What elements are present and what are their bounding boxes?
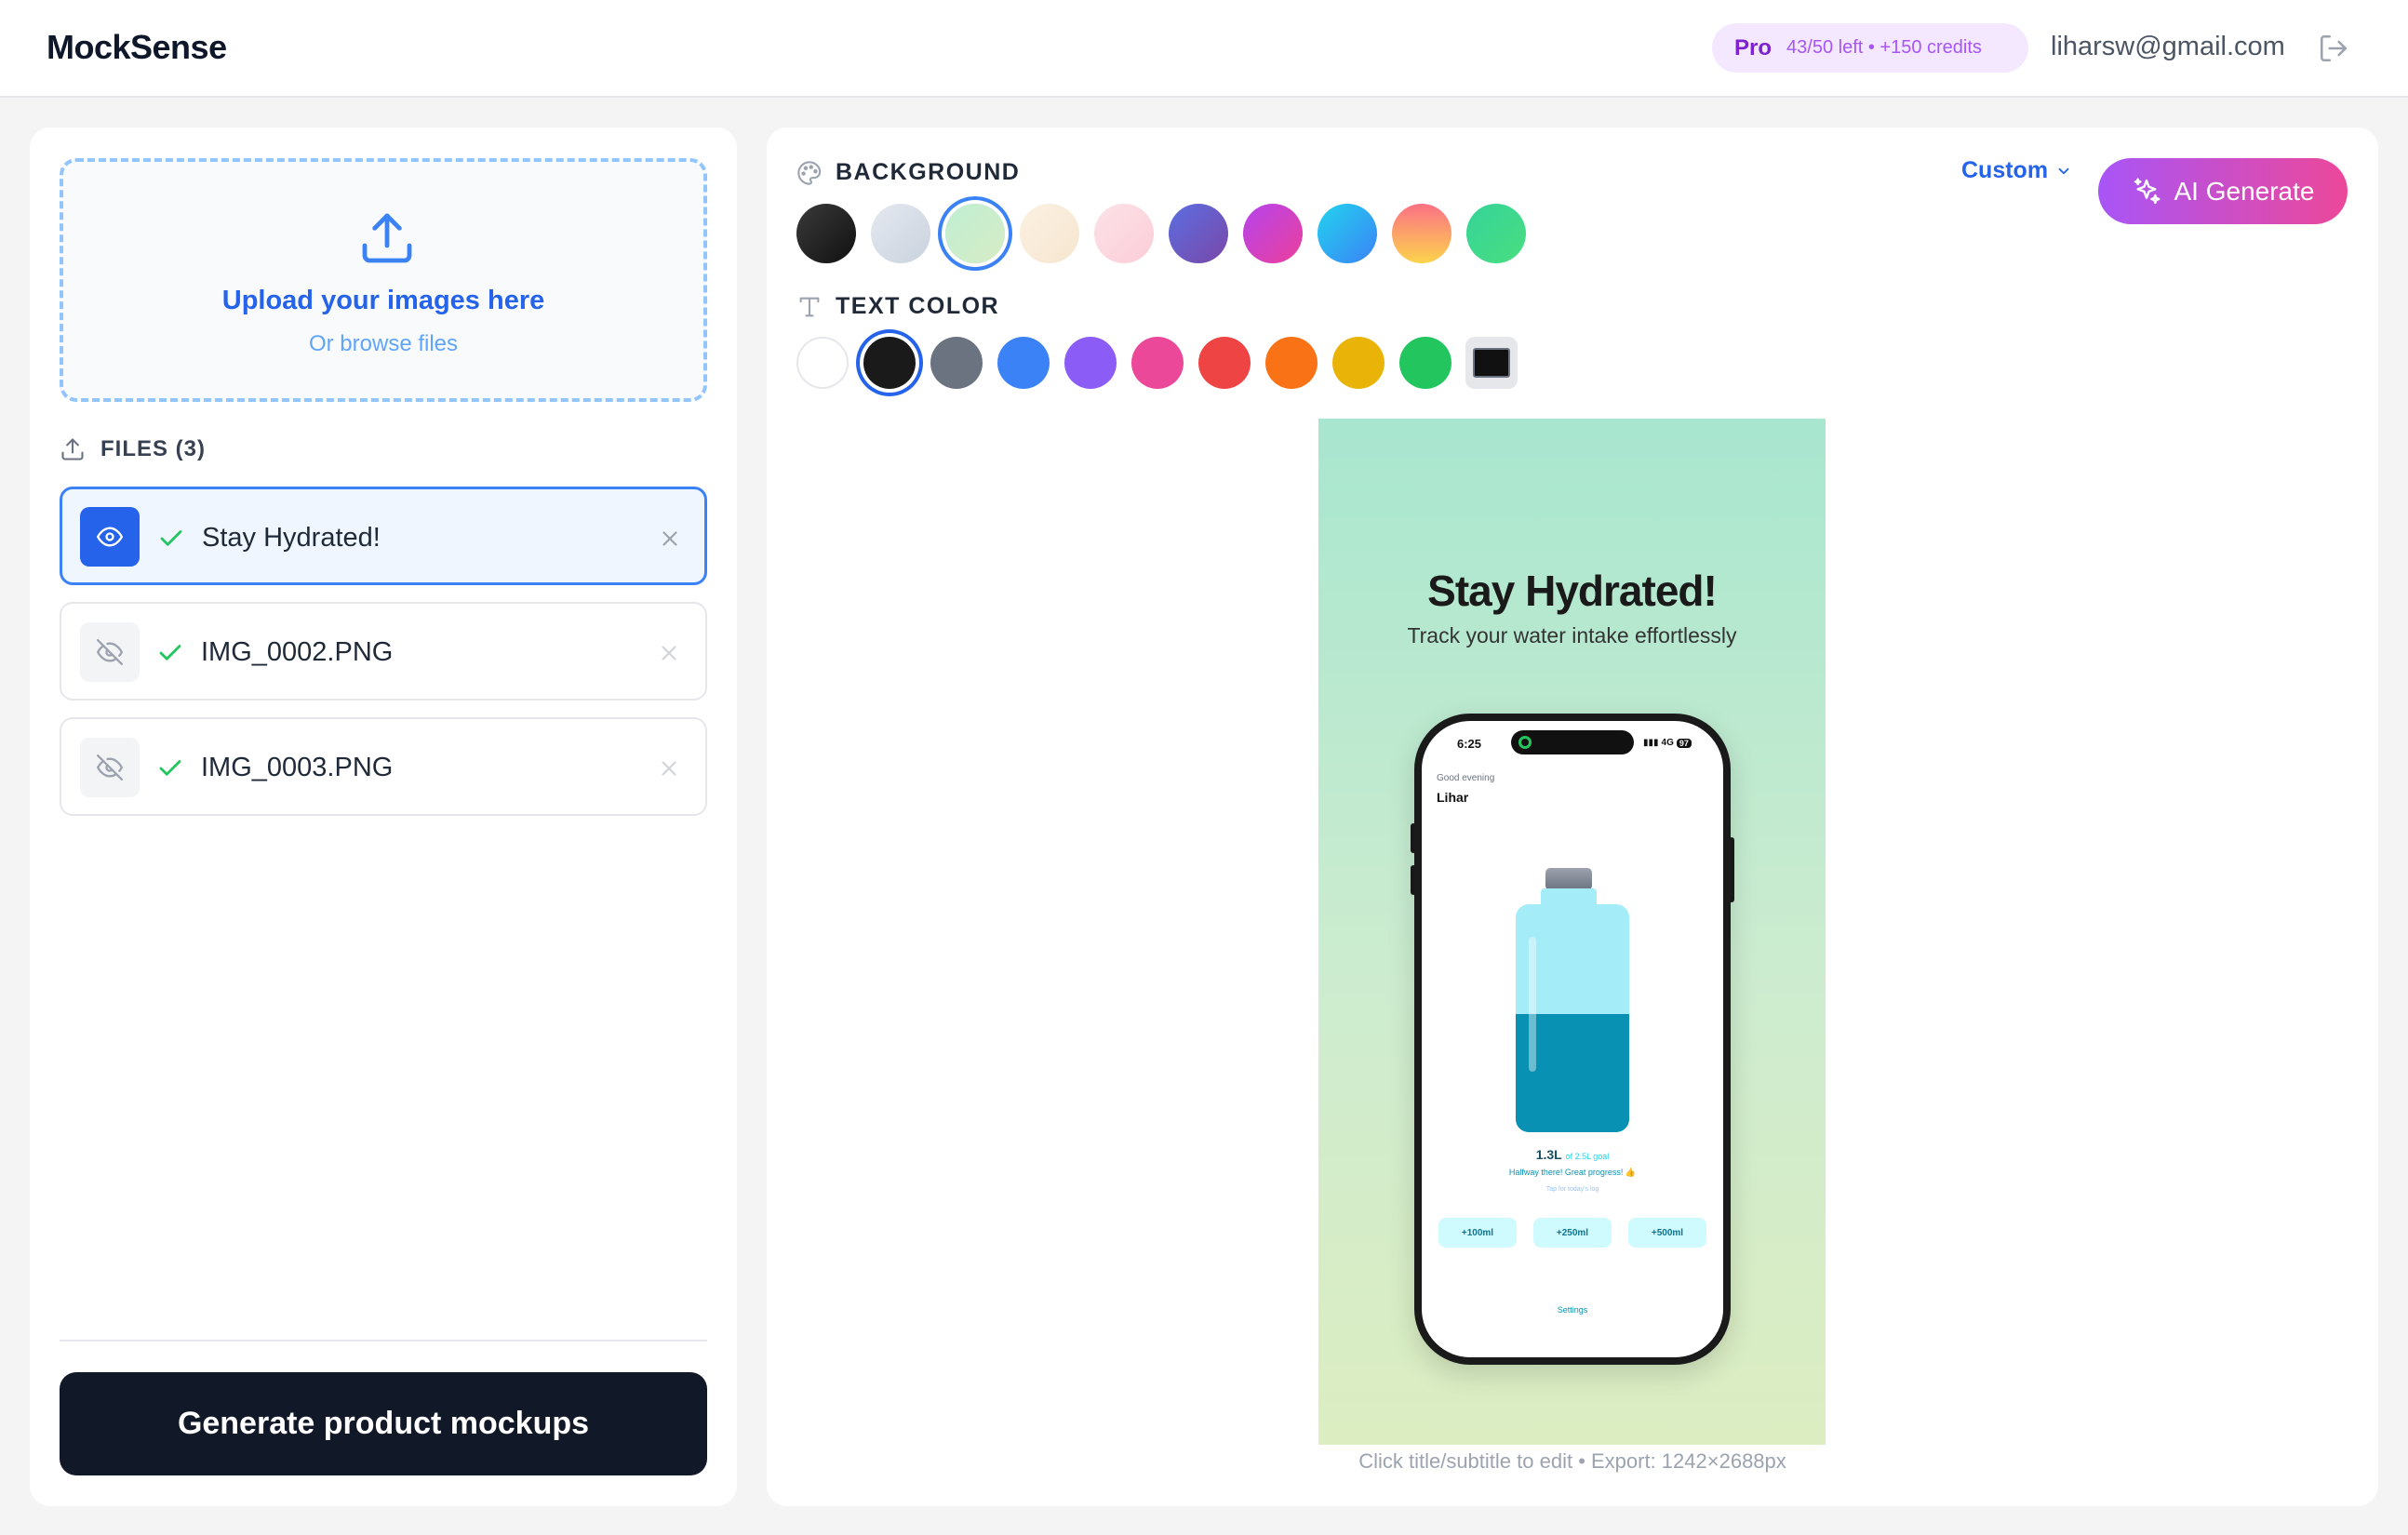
phone-frame: 6:25 ▮▮▮ 4G 97 Good evening Lihar 1.3L o… [1414,714,1731,1365]
background-swatch[interactable] [1169,204,1228,263]
mockup-preview: Stay Hydrated! Track your water intake e… [1318,419,1826,1445]
text-color-swatch[interactable] [1332,337,1385,389]
battery-icon: 97 [1676,738,1692,748]
text-color-label: TEXT COLOR [836,293,1000,319]
text-color-swatch[interactable] [1131,337,1184,389]
water-bottle [1516,904,1629,1132]
phone-status-bar: ▮▮▮ 4G 97 [1643,738,1692,748]
tap-hint: Tap for today's log [1545,1186,1599,1193]
upload-dropzone[interactable]: Upload your images here Or browse files [60,158,707,402]
bottle-shine [1529,937,1536,1072]
phone-user-name: Lihar [1437,790,1469,805]
add-250ml-button: +250ml [1533,1218,1612,1248]
background-swatch[interactable] [1466,204,1526,263]
file-row[interactable]: IMG_0003.PNG [60,717,707,816]
upload-title: Upload your images here [221,286,545,315]
background-swatch[interactable] [1318,204,1377,263]
plan-badge[interactable]: Pro 43/50 left • +150 credits [1712,23,2028,73]
export-note: Click title/subtitle to edit • Export: 1… [1358,1449,1786,1473]
browse-files-link[interactable]: Or browse files [63,331,703,357]
add-100ml-button: +100ml [1438,1218,1517,1248]
custom-dropdown[interactable]: Custom [1961,157,2072,184]
editor-panel: BACKGROUND Custom AI Generate TEXT COLOR… [767,127,2378,1506]
plan-name: Pro [1734,34,1773,60]
phone-settings-link: Settings [1557,1305,1588,1315]
preview-subtitle[interactable]: Track your water intake effortlessly [1318,623,1826,648]
eye-off-icon[interactable] [80,738,140,797]
preview-title[interactable]: Stay Hydrated! [1318,566,1826,616]
type-icon [799,297,820,316]
sparkles-icon [2134,177,2161,204]
background-swatch[interactable] [945,204,1005,263]
logout-icon[interactable] [2315,30,2352,67]
signal-icon: ▮▮▮ [1643,738,1659,748]
bottle-cap [1545,868,1592,890]
app-logo[interactable]: MockSense [47,28,227,67]
background-label: BACKGROUND [836,159,1021,185]
divider [60,1340,707,1341]
close-icon[interactable] [657,756,681,781]
close-icon[interactable] [658,527,682,551]
custom-label: Custom [1961,157,2049,183]
text-color-swatch[interactable] [863,337,916,389]
close-icon[interactable] [657,641,681,665]
palette-icon [797,160,822,185]
user-email: liharsw@gmail.com [2051,32,2285,61]
check-icon [156,754,184,782]
text-color-swatch[interactable] [997,337,1050,389]
files-panel: Upload your images here Or browse files … [30,127,737,1506]
check-icon [156,639,184,667]
upload-icon [357,208,417,268]
add-500ml-button: +500ml [1628,1218,1706,1248]
network-label: 4G [1661,738,1674,748]
text-color-swatch[interactable] [1265,337,1318,389]
text-color-swatch[interactable] [1399,337,1451,389]
progress-message: Halfway there! Great progress! 👍 [1508,1168,1637,1177]
background-swatch[interactable] [1392,204,1451,263]
phone-greeting: Good evening [1437,773,1495,783]
background-swatch[interactable] [871,204,930,263]
upload-small-icon [61,438,84,460]
chevron-down-icon [2058,167,2069,174]
files-header: FILES (3) [60,434,206,464]
text-color-swatch[interactable] [1198,337,1251,389]
file-name: IMG_0003.PNG [201,753,394,782]
file-name: Stay Hydrated! [202,523,381,553]
background-swatch[interactable] [1243,204,1303,263]
dynamic-island [1511,730,1634,754]
activity-icon [1518,736,1532,749]
text-color-swatch[interactable] [1064,337,1117,389]
water-amount: 1.3L of 2.5L goal [1422,1147,1723,1162]
files-count-label: FILES (3) [100,436,207,461]
ai-generate-button[interactable]: AI Generate [2098,158,2348,224]
text-color-swatch[interactable] [796,337,849,389]
generate-mockups-button[interactable]: Generate product mockups [60,1372,707,1475]
eye-off-icon[interactable] [80,622,140,682]
color-picker-swatch [1473,348,1510,378]
phone-time: 6:25 [1457,737,1482,751]
ai-generate-label: AI Generate [2174,176,2315,206]
goal-text: of 2.5L goal [1565,1152,1610,1161]
text-color-section-label: TEXT COLOR [796,293,999,320]
file-row[interactable]: Stay Hydrated! [60,487,707,585]
background-swatch[interactable] [1094,204,1154,263]
background-swatch[interactable] [1020,204,1079,263]
background-section-label: BACKGROUND [796,159,1020,186]
credits-count: 43/50 left • +150 credits [1786,37,1982,58]
check-icon [157,525,185,553]
text-color-swatch[interactable] [930,337,983,389]
file-row[interactable]: IMG_0002.PNG [60,602,707,701]
background-swatch[interactable] [796,204,856,263]
top-bar: MockSense Pro 43/50 left • +150 credits … [0,0,2408,98]
file-name: IMG_0002.PNG [201,637,394,667]
eye-icon[interactable] [80,507,140,567]
amount-value: 1.3L [1535,1147,1562,1162]
custom-color-picker[interactable] [1465,337,1518,389]
